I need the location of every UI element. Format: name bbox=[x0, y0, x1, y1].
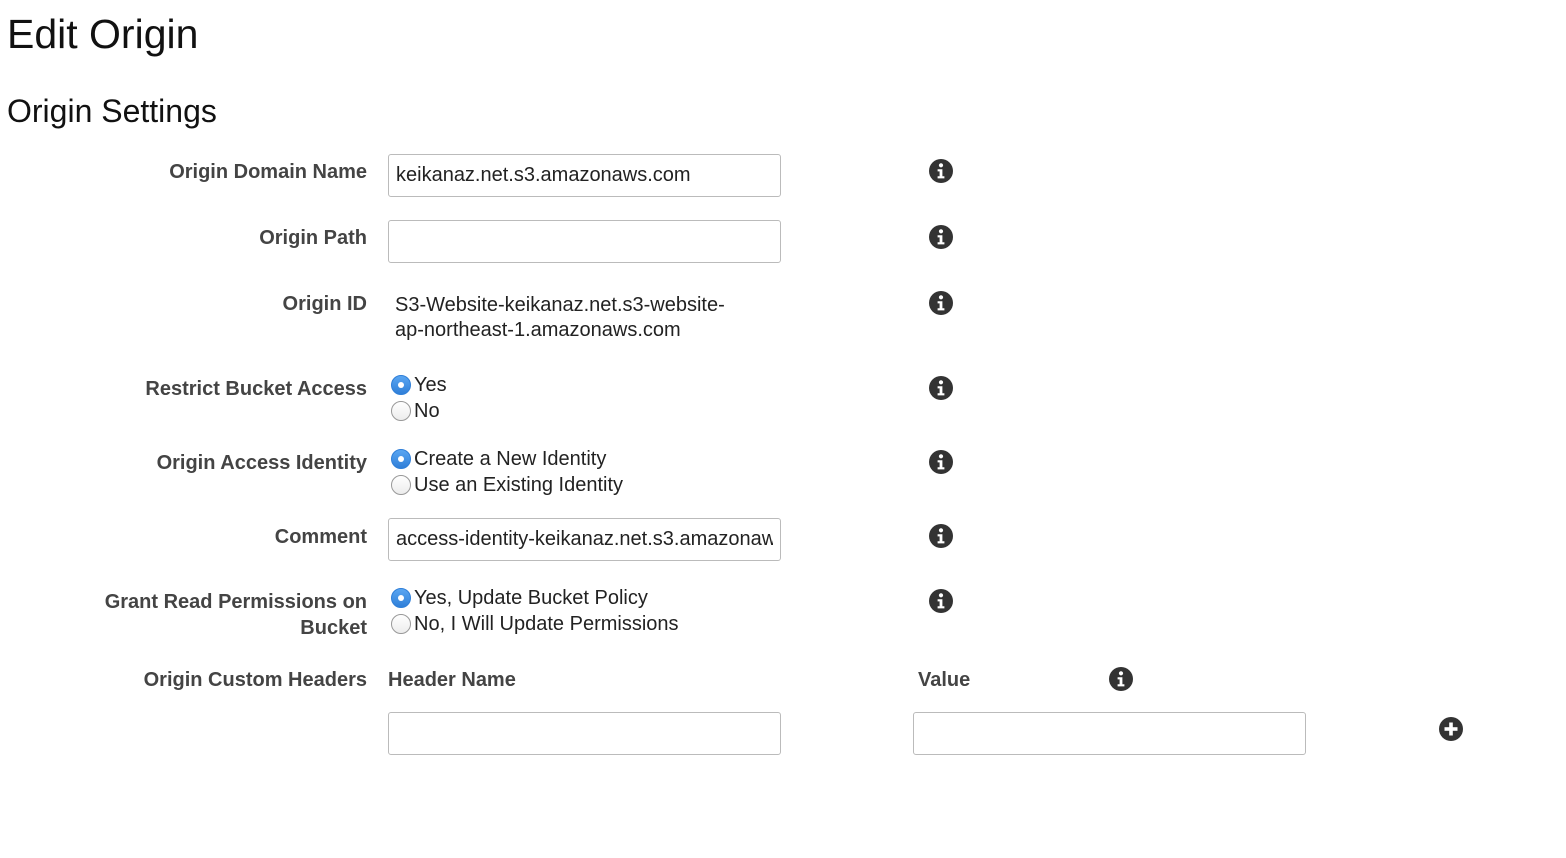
info-icon[interactable] bbox=[929, 291, 953, 315]
origin-path-input[interactable] bbox=[388, 220, 781, 263]
info-icon[interactable] bbox=[929, 376, 953, 400]
radio-button[interactable] bbox=[391, 401, 411, 421]
radio-option-label: No, I Will Update Permissions bbox=[414, 612, 679, 635]
comment-label: Comment bbox=[274, 526, 367, 548]
radio-button[interactable] bbox=[391, 475, 411, 495]
grant-read-permissions-label-line1: Grant Read Permissions on bbox=[104, 591, 367, 613]
origin-id-value-line1: S3-Website-keikanaz.net.s3-website- bbox=[395, 294, 725, 316]
radio-button-checked[interactable] bbox=[391, 588, 411, 608]
info-icon[interactable] bbox=[929, 524, 953, 548]
origin-custom-headers-label: Origin Custom Headers bbox=[143, 669, 367, 691]
info-icon[interactable] bbox=[929, 225, 953, 249]
grant-read-permissions-radio-group: Yes, Update Bucket Policy No, I Will Upd… bbox=[391, 585, 679, 637]
origin-domain-name-label: Origin Domain Name bbox=[169, 161, 367, 183]
radio-button[interactable] bbox=[391, 614, 411, 634]
origin-id-label: Origin ID bbox=[282, 293, 367, 315]
origin-id-value: S3-Website-keikanaz.net.s3-website- ap-n… bbox=[395, 293, 775, 343]
section-title: Origin Settings bbox=[7, 93, 217, 129]
header-value-input[interactable] bbox=[913, 712, 1306, 755]
origin-domain-name-input[interactable] bbox=[388, 154, 781, 197]
create-new-identity-option[interactable]: Create a New Identity bbox=[391, 446, 623, 472]
restrict-bucket-access-no-option[interactable]: No bbox=[391, 398, 447, 424]
header-name-column-header: Header Name bbox=[388, 669, 516, 691]
radio-option-label: Create a New Identity bbox=[414, 447, 607, 470]
restrict-bucket-access-radio-group: Yes No bbox=[391, 372, 447, 424]
radio-option-label: Yes bbox=[414, 373, 447, 396]
radio-option-label: Use an Existing Identity bbox=[414, 473, 623, 496]
origin-access-identity-label: Origin Access Identity bbox=[156, 452, 367, 474]
header-name-input[interactable] bbox=[388, 712, 781, 755]
origin-path-label: Origin Path bbox=[259, 227, 367, 249]
info-icon[interactable] bbox=[1109, 667, 1133, 691]
update-permissions-myself-option[interactable]: No, I Will Update Permissions bbox=[391, 611, 679, 637]
radio-option-label: No bbox=[414, 399, 440, 422]
update-bucket-policy-option[interactable]: Yes, Update Bucket Policy bbox=[391, 585, 679, 611]
restrict-bucket-access-yes-option[interactable]: Yes bbox=[391, 372, 447, 398]
info-icon[interactable] bbox=[929, 450, 953, 474]
grant-read-permissions-label: Grant Read Permissions on Bucket bbox=[0, 589, 367, 641]
comment-input[interactable] bbox=[388, 518, 781, 561]
origin-id-value-line2: ap-northeast-1.amazonaws.com bbox=[395, 319, 681, 341]
info-icon[interactable] bbox=[929, 159, 953, 183]
radio-button-checked[interactable] bbox=[391, 449, 411, 469]
restrict-bucket-access-label: Restrict Bucket Access bbox=[145, 378, 367, 400]
use-existing-identity-option[interactable]: Use an Existing Identity bbox=[391, 472, 623, 498]
info-icon[interactable] bbox=[929, 589, 953, 613]
radio-button-checked[interactable] bbox=[391, 375, 411, 395]
origin-access-identity-radio-group: Create a New Identity Use an Existing Id… bbox=[391, 446, 623, 498]
grant-read-permissions-label-line2: Bucket bbox=[300, 617, 367, 639]
radio-option-label: Yes, Update Bucket Policy bbox=[414, 586, 648, 609]
page-title: Edit Origin bbox=[7, 11, 199, 57]
plus-circle-icon[interactable] bbox=[1439, 717, 1463, 741]
value-column-header: Value bbox=[918, 669, 971, 691]
